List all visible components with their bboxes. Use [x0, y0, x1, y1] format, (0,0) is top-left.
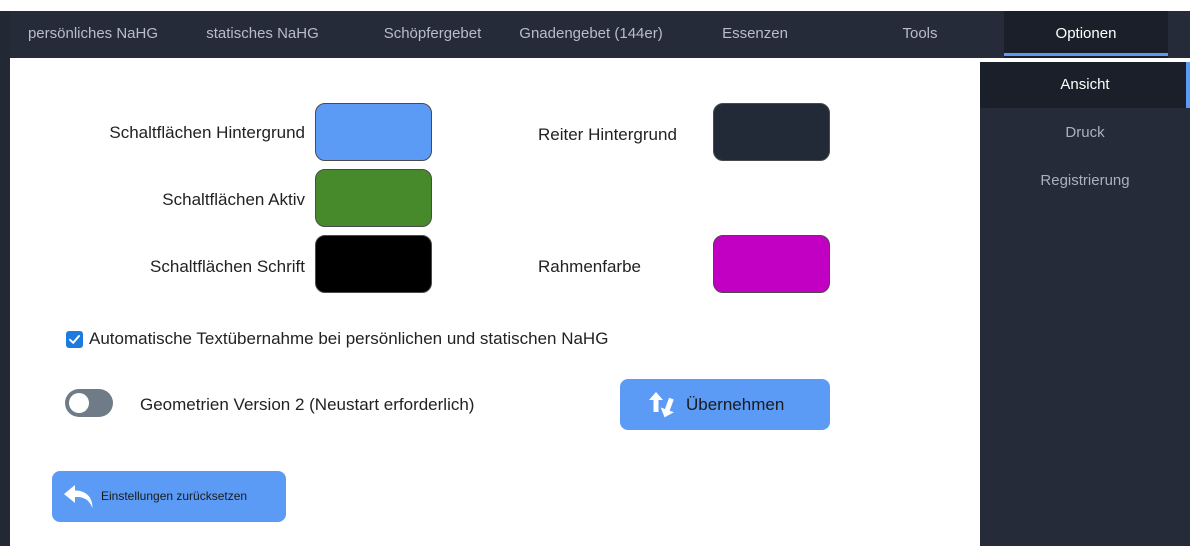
tab-gnadengebet[interactable]: Gnadengebet (144er) — [506, 11, 676, 58]
sidebar-item-registrierung[interactable]: Registrierung — [980, 158, 1190, 204]
tab-background-swatch[interactable] — [713, 103, 830, 161]
tab-essenzen[interactable]: Essenzen — [685, 11, 825, 58]
button-active-label: Schaltflächen Aktiv — [162, 190, 305, 209]
options-sidebar: Ansicht Druck Registrierung — [980, 62, 1190, 546]
apply-button[interactable]: Übernehmen — [620, 379, 830, 430]
button-text-label: Schaltflächen Schrift — [150, 257, 305, 276]
button-background-swatch[interactable] — [315, 103, 432, 161]
button-active-swatch[interactable] — [315, 169, 432, 227]
tab-schoepfergebet[interactable]: Schöpfergebet — [355, 11, 510, 58]
geometry-v2-toggle[interactable] — [65, 389, 113, 417]
geometry-v2-label: Geometrien Version 2 (Neustart erforderl… — [140, 395, 475, 414]
toggle-knob — [69, 393, 89, 413]
sidebar-item-ansicht[interactable]: Ansicht — [980, 62, 1190, 108]
tab-optionen[interactable]: Optionen — [1004, 11, 1168, 58]
tab-statisches-nahg[interactable]: statisches NaHG — [180, 11, 345, 58]
window-left-border — [0, 11, 10, 546]
swap-arrows-icon — [649, 392, 674, 418]
reset-settings-button-label: Einstellungen zurücksetzen — [101, 489, 248, 503]
checkmark-icon — [69, 335, 80, 344]
apply-button-label: Übernehmen — [686, 395, 785, 414]
main-tab-bar: persönliches NaHG statisches NaHG Schöpf… — [10, 11, 1190, 58]
tab-persoenliches-nahg[interactable]: persönliches NaHG — [18, 11, 168, 58]
auto-text-label: Automatische Textübernahme bei persönlic… — [89, 329, 609, 348]
button-text-swatch[interactable] — [315, 235, 432, 293]
tab-background-label: Reiter Hintergrund — [538, 125, 677, 144]
tab-tools[interactable]: Tools — [840, 11, 1000, 58]
reset-settings-button[interactable]: Einstellungen zurücksetzen — [52, 471, 286, 522]
sidebar-item-druck[interactable]: Druck — [980, 110, 1190, 156]
border-color-swatch[interactable] — [713, 235, 830, 293]
window-top-margin — [0, 0, 1192, 11]
border-color-label: Rahmenfarbe — [538, 257, 642, 276]
button-background-label: Schaltflächen Hintergrund — [109, 123, 305, 142]
auto-text-checkbox[interactable] — [66, 331, 83, 348]
undo-arrow-icon — [64, 485, 93, 508]
